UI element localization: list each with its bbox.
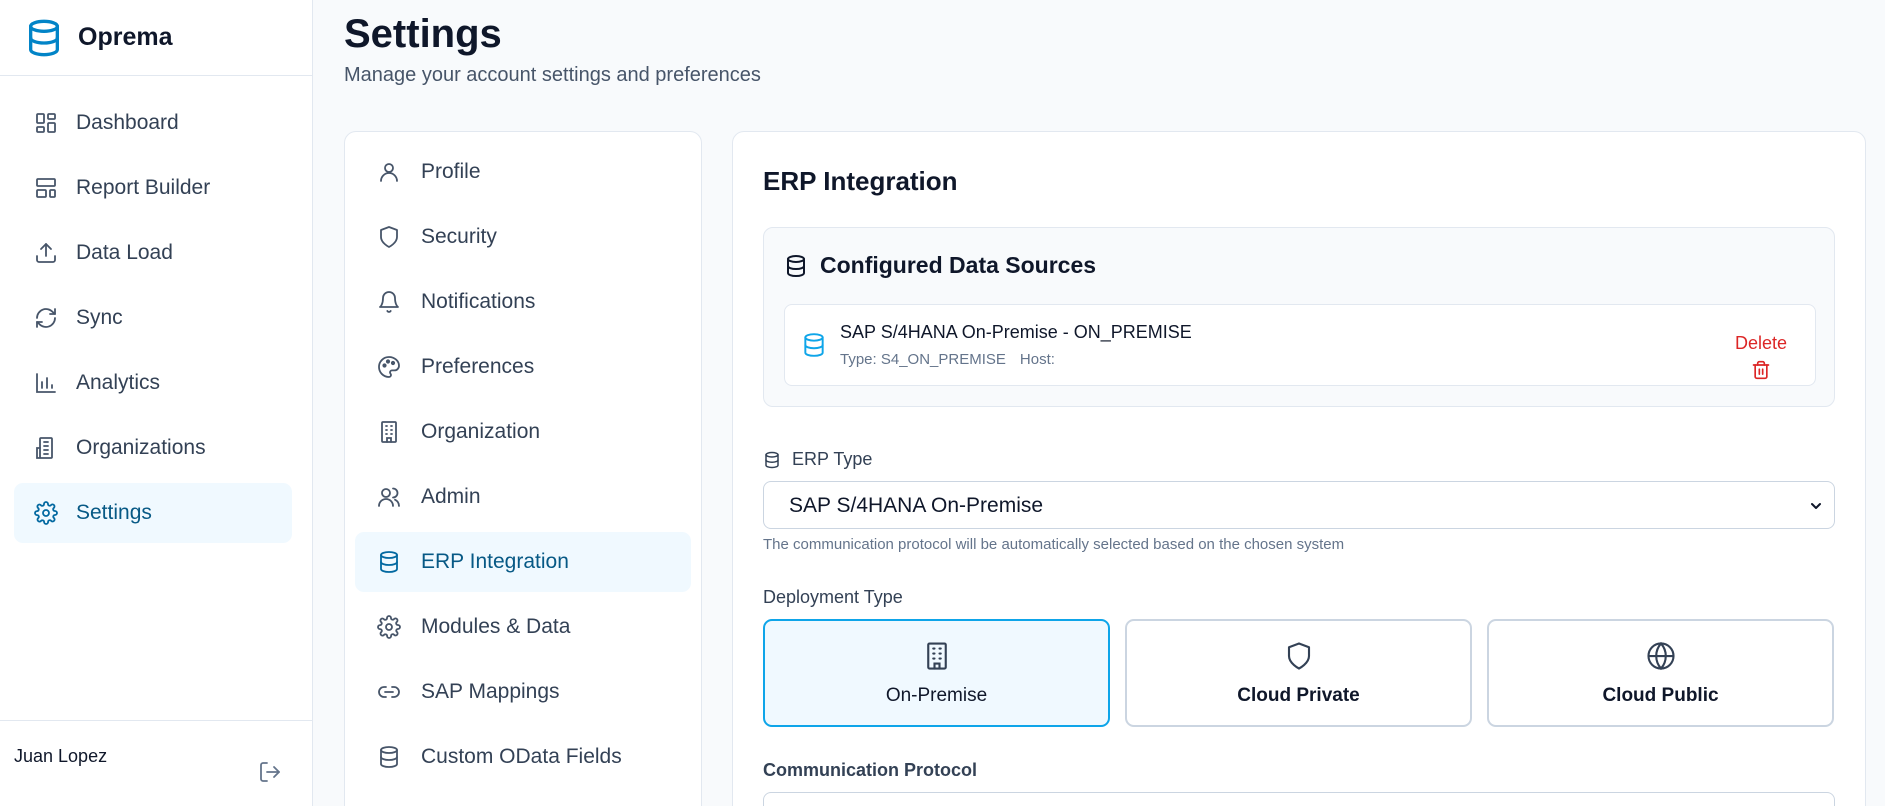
link-icon <box>377 680 401 704</box>
erp-type-select[interactable]: SAP S/4HANA On-Premise <box>763 481 1835 529</box>
sidebar-item-label: Data Load <box>76 241 173 264</box>
building-icon <box>377 420 401 444</box>
settings-item-label: Security <box>421 225 497 248</box>
delete-button[interactable]: Delete <box>1734 333 1787 380</box>
data-sources-header: Configured Data Sources <box>784 252 1096 279</box>
sidebar-item-label: Organizations <box>76 436 206 459</box>
data-sources-title: Configured Data Sources <box>820 252 1097 278</box>
deployment-option-label: Cloud Public <box>1602 685 1719 706</box>
settings-item-sap-mappings[interactable]: SAP Mappings <box>355 662 691 722</box>
deployment-option-on-premise[interactable]: On-Premise <box>763 619 1110 727</box>
page-title: Settings <box>344 12 502 56</box>
settings-item-erp-integration[interactable]: ERP Integration <box>355 532 691 592</box>
settings-item-label: Custom OData Fields <box>421 745 622 768</box>
settings-item-profile[interactable]: Profile <box>355 142 691 202</box>
app-name: Oprema <box>78 23 173 51</box>
settings-item-custom-odata-fields[interactable]: Custom OData Fields <box>355 727 691 787</box>
sidebar-item-data-load[interactable]: Data Load <box>14 223 292 283</box>
user-name: Juan Lopez <box>14 746 108 766</box>
gear-icon <box>377 615 401 639</box>
settings-item-label: Profile <box>421 160 481 183</box>
gear-icon <box>34 501 58 525</box>
sidebar-nav: Dashboard Report Builder Data Load Sync … <box>0 76 312 543</box>
shield-icon <box>377 225 401 249</box>
settings-item-security[interactable]: Security <box>355 207 691 267</box>
sidebar-item-dashboard[interactable]: Dashboard <box>14 93 292 153</box>
configured-data-sources: Configured Data Sources SAP S/4HANA On-P… <box>763 227 1835 407</box>
sidebar-item-label: Sync <box>76 306 123 329</box>
layout-icon <box>34 176 58 200</box>
settings-item-notifications[interactable]: Notifications <box>355 272 691 332</box>
brand[interactable]: Oprema <box>0 0 312 76</box>
settings-item-label: Modules & Data <box>421 615 571 638</box>
data-source-card: SAP S/4HANA On-Premise - ON_PREMISE Type… <box>784 304 1816 386</box>
shield-icon <box>1284 641 1314 671</box>
bell-icon <box>377 290 401 314</box>
communication-protocol-label: Communication Protocol <box>763 760 978 780</box>
deployment-option-label: Cloud Private <box>1237 685 1360 706</box>
upload-icon <box>34 241 58 265</box>
settings-item-preferences[interactable]: Preferences <box>355 337 691 397</box>
settings-item-label: Admin <box>421 485 481 508</box>
refresh-icon <box>34 306 58 330</box>
logout-icon[interactable] <box>258 760 282 784</box>
erp-type-hint: The communication protocol will be autom… <box>763 536 1345 553</box>
settings-item-label: SAP Mappings <box>421 680 560 703</box>
settings-item-label: Organization <box>421 420 541 443</box>
deployment-option-cloud-public[interactable]: Cloud Public <box>1487 619 1834 727</box>
deployment-type-label: Deployment Type <box>763 587 903 607</box>
building-icon <box>922 641 952 671</box>
data-source-meta: Type: S4_ON_PREMISE Host: <box>840 351 1055 368</box>
database-icon <box>763 451 781 469</box>
sidebar-item-label: Report Builder <box>76 176 211 199</box>
deployment-option-label: On-Premise <box>885 685 988 706</box>
page-subtitle: Manage your account settings and prefere… <box>344 64 761 86</box>
sidebar-item-settings[interactable]: Settings <box>14 483 292 543</box>
data-source-name: SAP S/4HANA On-Premise - ON_PREMISE <box>840 322 1192 342</box>
communication-protocol-field[interactable] <box>763 792 1835 806</box>
palette-icon <box>377 355 401 379</box>
settings-item-label: ERP Integration <box>421 550 569 573</box>
data-source-host: Host: <box>1019 351 1055 368</box>
building-icon <box>34 436 58 460</box>
settings-item-label: Notifications <box>421 290 536 313</box>
erp-type-label: ERP Type <box>763 449 872 470</box>
erp-type-label-text: ERP Type <box>792 449 873 469</box>
deployment-option-cloud-private[interactable]: Cloud Private <box>1125 619 1472 727</box>
database-icon <box>24 18 64 58</box>
dashboard-icon <box>34 111 58 135</box>
sidebar-item-report-builder[interactable]: Report Builder <box>14 158 292 218</box>
erp-integration-panel: ERP Integration Configured Data Sources … <box>732 131 1866 806</box>
settings-item-label: Preferences <box>421 355 535 378</box>
sidebar-item-label: Analytics <box>76 371 161 394</box>
sidebar-item-organizations[interactable]: Organizations <box>14 418 292 478</box>
globe-icon <box>1646 641 1676 671</box>
user-footer: Juan Lopez <box>0 720 313 806</box>
data-source-type: Type: S4_ON_PREMISE <box>840 351 1006 368</box>
database-icon <box>377 550 401 574</box>
settings-menu: Profile Security Notifications Preferenc… <box>344 131 702 806</box>
database-icon <box>801 332 827 358</box>
panel-title: ERP Integration <box>763 166 958 196</box>
sidebar-item-analytics[interactable]: Analytics <box>14 353 292 413</box>
settings-item-admin[interactable]: Admin <box>355 467 691 527</box>
bar-chart-icon <box>34 371 58 395</box>
sidebar-item-label: Settings <box>76 501 152 524</box>
app-sidebar: Oprema Dashboard Report Builder Data Loa… <box>0 0 313 806</box>
trash-icon <box>1751 360 1771 380</box>
users-icon <box>377 485 401 509</box>
sidebar-item-label: Dashboard <box>76 111 179 134</box>
user-icon <box>377 160 401 184</box>
sidebar-item-sync[interactable]: Sync <box>14 288 292 348</box>
settings-item-modules-data[interactable]: Modules & Data <box>355 597 691 657</box>
delete-label: Delete <box>1734 333 1787 353</box>
database-icon <box>377 745 401 769</box>
settings-item-organization[interactable]: Organization <box>355 402 691 462</box>
database-icon <box>784 254 808 278</box>
